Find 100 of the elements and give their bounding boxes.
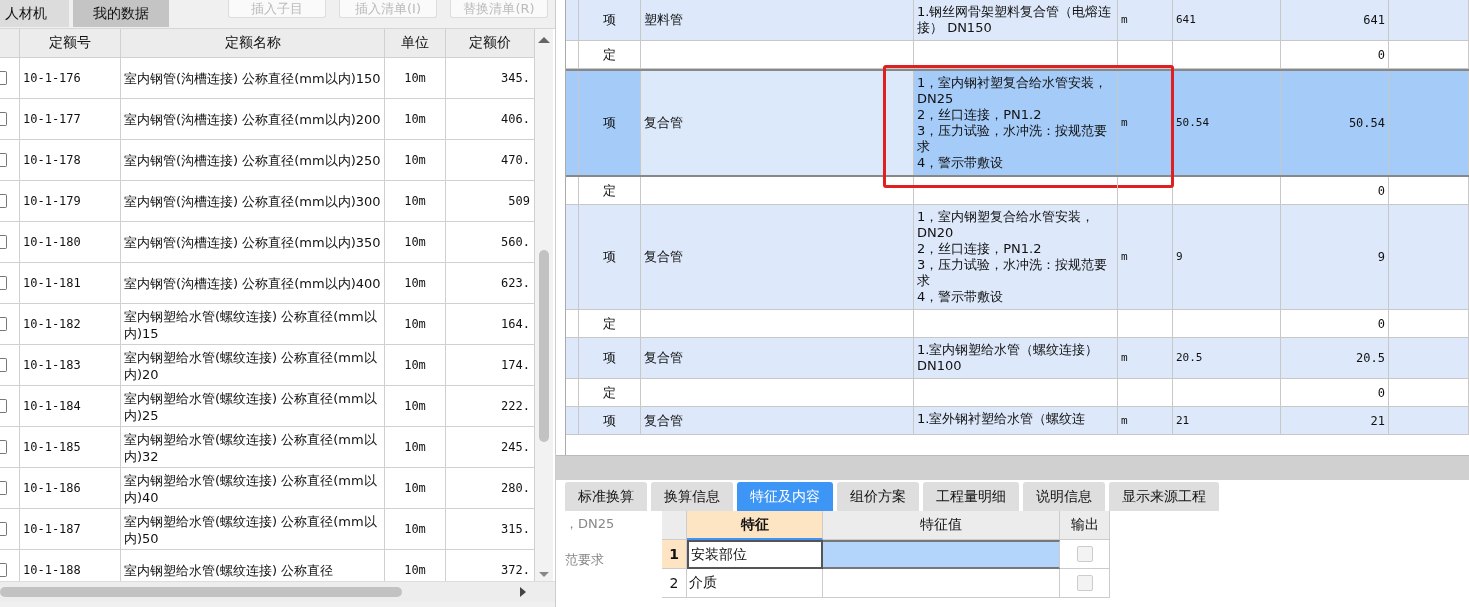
table-cell: m bbox=[1118, 205, 1173, 309]
table-cell: 10-1-184 bbox=[20, 386, 121, 427]
table-cell: 室内钢塑给水管(螺纹连接) 公称直径(mm以内)40 bbox=[121, 468, 385, 509]
table-cell: 10-1-187 bbox=[20, 509, 121, 550]
column-header: 定额价 bbox=[446, 29, 535, 58]
tab[interactable]: 说明信息 bbox=[1023, 482, 1105, 511]
column-header: 单位 bbox=[385, 29, 446, 58]
vertical-scrollbar[interactable] bbox=[535, 29, 553, 581]
checkbox[interactable] bbox=[1076, 546, 1093, 562]
table-cell: 10m bbox=[385, 304, 446, 345]
table-cell: 复合管 bbox=[641, 71, 914, 175]
checkbox[interactable] bbox=[0, 235, 7, 249]
table-cell: 10-1-178 bbox=[20, 140, 121, 181]
table-cell: 0 bbox=[1281, 41, 1389, 68]
table-cell: 定 bbox=[579, 41, 641, 68]
checkbox[interactable] bbox=[0, 440, 7, 454]
table-cell: 10m bbox=[385, 140, 446, 181]
table-cell: 10-1-180 bbox=[20, 222, 121, 263]
checkbox[interactable] bbox=[0, 276, 7, 290]
table-cell: 项 bbox=[579, 0, 641, 40]
tab[interactable]: 标准换算 bbox=[565, 482, 647, 511]
table-cell: 0 bbox=[1281, 310, 1389, 337]
text-line: 范要求 bbox=[565, 551, 605, 569]
table-cell: 室内钢塑给水管(螺纹连接) 公称直径(mm以内)20 bbox=[121, 345, 385, 386]
table-cell: 0 bbox=[1281, 177, 1389, 204]
row-number: 1 bbox=[662, 540, 687, 569]
table-cell: 20.5 bbox=[1281, 338, 1389, 378]
checkbox[interactable] bbox=[0, 399, 7, 413]
table-cell: 室内钢管(沟槽连接) 公称直径(mm以内)250 bbox=[121, 140, 385, 181]
table-cell: 50.54 bbox=[1173, 71, 1281, 175]
table-cell: 复合管 bbox=[641, 407, 914, 434]
checkbox[interactable] bbox=[0, 317, 7, 331]
row-number: 2 bbox=[662, 569, 687, 598]
checkbox[interactable] bbox=[0, 153, 7, 167]
header-cell bbox=[662, 511, 687, 540]
table-cell: 室内钢管(沟槽连接) 公称直径(mm以内)150 bbox=[121, 58, 385, 99]
table-cell: 641 bbox=[1281, 0, 1389, 40]
table-cell: m bbox=[1118, 407, 1173, 434]
table-row[interactable]: 项 复合管 1，室内钢塑复合给水管安装，DN20 2，丝口连接，PN1.2 3，压力试验，水冲洗：按规范要求 4，警示带敷设 m 9 9 bbox=[566, 205, 1469, 310]
table-row[interactable]: 定 0 bbox=[566, 177, 1469, 205]
table-cell: 安装部位 bbox=[687, 540, 823, 569]
checkbox[interactable] bbox=[0, 563, 7, 577]
table-cell: 10m bbox=[385, 99, 446, 140]
table-cell: 50.54 bbox=[1281, 71, 1389, 175]
table-cell: 室内钢塑给水管(螺纹连接) 公称直径(mm以内)50 bbox=[121, 509, 385, 550]
table-row[interactable]: 定 0 bbox=[566, 310, 1469, 338]
table-cell: 复合管 bbox=[641, 338, 914, 378]
table-cell: 定 bbox=[579, 310, 641, 337]
table-cell: 10-1-186 bbox=[20, 468, 121, 509]
column-header: 特征值 bbox=[823, 511, 1060, 540]
table-cell: 10m bbox=[385, 58, 446, 99]
table-cell: 10m bbox=[385, 468, 446, 509]
table-cell: 10m bbox=[385, 222, 446, 263]
column-header: 特征 bbox=[687, 511, 823, 540]
table-cell: 21 bbox=[1281, 407, 1389, 434]
column-header: 定额号 bbox=[20, 29, 121, 58]
tab[interactable]: 我的数据 bbox=[73, 0, 169, 27]
table-cell: 塑料管 bbox=[641, 0, 914, 40]
table-cell: 10m bbox=[385, 509, 446, 550]
tab[interactable]: 工程量明细 bbox=[923, 482, 1019, 511]
table-cell: 1.室内钢塑给水管（螺纹连接） DN100 bbox=[914, 338, 1118, 378]
column-header: 定额名称 bbox=[121, 29, 385, 58]
table-cell: 项 bbox=[579, 205, 641, 309]
checkbox[interactable] bbox=[0, 194, 7, 208]
table-cell: 10m bbox=[385, 345, 446, 386]
table-cell: m bbox=[1118, 338, 1173, 378]
checkbox[interactable] bbox=[0, 112, 7, 126]
table-row[interactable]: 定 0 bbox=[566, 41, 1469, 69]
text-line: ，DN25 bbox=[565, 515, 616, 533]
table-row[interactable]: 项 复合管 1.室内钢塑给水管（螺纹连接） DN100 m 20.5 20.5 bbox=[566, 338, 1469, 379]
checkbox[interactable] bbox=[0, 71, 7, 85]
checkbox[interactable] bbox=[0, 481, 7, 495]
table-cell: 10m bbox=[385, 386, 446, 427]
tab[interactable]: 组价方案 bbox=[837, 482, 919, 511]
table-cell: m bbox=[1118, 0, 1173, 40]
table-cell: 1.室外钢衬塑给水管（螺纹连 bbox=[914, 407, 1118, 434]
table-cell: 10-1-181 bbox=[20, 263, 121, 304]
column-header: 输出 bbox=[1060, 511, 1110, 540]
table-cell: 21 bbox=[1173, 407, 1281, 434]
table-cell: 室内钢管(沟槽连接) 公称直径(mm以内)400 bbox=[121, 263, 385, 304]
table-cell: 1，室内钢塑复合给水管安装，DN20 2，丝口连接，PN1.2 3，压力试验，水冲洗：按规范要求 4，警示带敷设 bbox=[914, 205, 1118, 309]
tab[interactable]: 换算信息 bbox=[651, 482, 733, 511]
table-row[interactable]: 项 复合管 1.室外钢衬塑给水管（螺纹连 m 21 21 bbox=[566, 407, 1469, 435]
table-cell: 10-1-179 bbox=[20, 181, 121, 222]
table-cell: 定 bbox=[579, 177, 641, 204]
checkbox[interactable] bbox=[1076, 575, 1093, 591]
table-cell: 复合管 bbox=[641, 205, 914, 309]
table-cell: 10-1-185 bbox=[20, 427, 121, 468]
checkbox[interactable] bbox=[0, 522, 7, 536]
table-cell: m bbox=[1118, 71, 1173, 175]
table-cell: 项 bbox=[579, 407, 641, 434]
table-cell: 室内钢管(沟槽连接) 公称直径(mm以内)300 bbox=[121, 181, 385, 222]
tab[interactable]: 人材机 bbox=[0, 0, 69, 27]
table-cell: 介质 bbox=[687, 569, 823, 598]
tab[interactable]: 显示来源工程 bbox=[1109, 482, 1219, 511]
table-row[interactable]: 定 0 bbox=[566, 379, 1469, 407]
table-cell: 10-1-182 bbox=[20, 304, 121, 345]
checkbox[interactable] bbox=[0, 358, 7, 372]
table-cell: 10m bbox=[385, 263, 446, 304]
table-cell: 室内钢塑给水管(螺纹连接) 公称直径(mm以内)25 bbox=[121, 386, 385, 427]
